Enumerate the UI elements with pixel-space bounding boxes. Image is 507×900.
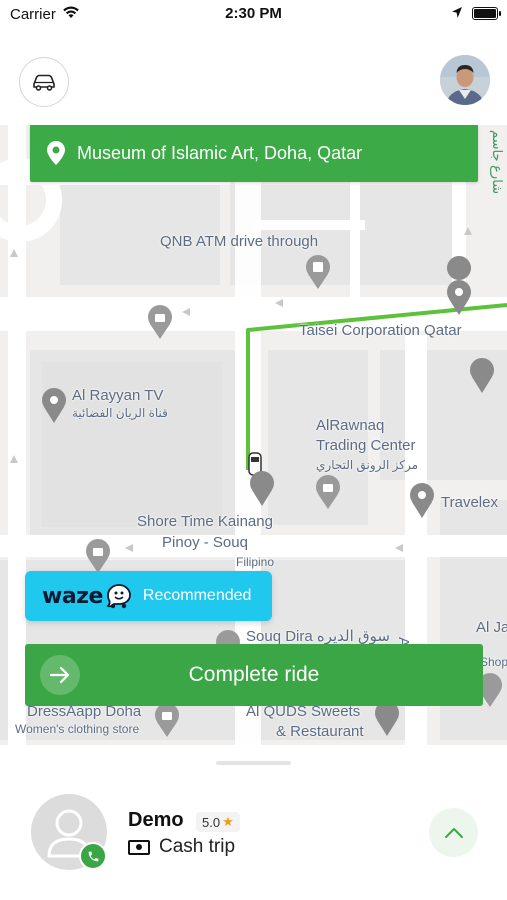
expand-sheet-button[interactable]: [429, 808, 478, 857]
star-icon: ★: [222, 814, 234, 829]
battery-icon: [472, 7, 501, 20]
map-label-rawnaq-2: Trading Center: [316, 437, 416, 454]
destination-bar[interactable]: Museum of Islamic Art, Doha, Qatar: [30, 124, 478, 182]
location-pin-icon: [45, 140, 67, 166]
complete-ride-button[interactable]: Complete ride: [25, 644, 483, 706]
map-label-filipino: Filipino: [236, 555, 275, 569]
status-bar: Carrier 2:30 PM: [0, 0, 507, 30]
waze-logo-text: waze: [42, 583, 103, 609]
rider-rating-value: 5.0: [202, 814, 221, 830]
rider-sheet: Demo 5.0 ★ Cash trip: [0, 745, 507, 900]
payment-row: Cash trip: [128, 836, 235, 858]
call-button[interactable]: [79, 842, 107, 870]
cash-icon: [128, 839, 150, 855]
map-label-rayyan-ar: قناة الريان الفضائية: [72, 406, 168, 420]
location-arrow-icon: [451, 6, 463, 24]
profile-avatar[interactable]: [440, 55, 490, 105]
map-label-quds-2: & Restaurant: [276, 723, 364, 740]
map-label-womens: Women's clothing store: [15, 722, 140, 736]
map-label-al-ja: Al Ja: [476, 619, 507, 636]
waze-recommended-label: Recommended: [142, 587, 252, 604]
destination-address: Museum of Islamic Art, Doha, Qatar: [77, 142, 363, 163]
top-header: [0, 30, 507, 125]
map-label-shop: Shop: [480, 655, 507, 669]
complete-ride-label: Complete ride: [188, 663, 320, 686]
phone-icon: [88, 851, 98, 861]
map-label-qnb: QNB ATM drive through: [160, 233, 319, 250]
status-time: 2:30 PM: [225, 5, 282, 22]
car-button[interactable]: [19, 57, 69, 107]
svg-text:شارع جاسم: شارع جاسم: [489, 130, 505, 194]
chevron-up-icon: [444, 827, 463, 838]
map-label-rawnaq-ar: مركز الرونق التجاري: [316, 458, 419, 472]
rider-name: Demo: [128, 809, 184, 831]
waze-button[interactable]: waze Recommended: [25, 571, 272, 621]
payment-method: Cash trip: [159, 836, 236, 857]
map-label-rawnaq-1: AlRawnaq: [316, 417, 385, 434]
map-label-shore-2: Pinoy - Souq: [162, 534, 248, 551]
map-label-travelex: Travelex: [441, 494, 498, 511]
map-label-rayyan: Al Rayyan TV: [72, 387, 164, 404]
car-icon: [33, 74, 55, 91]
map-label-shore-1: Shore Time Kainang: [137, 513, 273, 530]
waze-icon: [106, 584, 131, 609]
map-label-taisei: Taisei Corporation Qatar: [299, 322, 462, 339]
rider-rating-badge: 5.0 ★: [196, 812, 240, 832]
sheet-drag-handle[interactable]: [216, 761, 291, 765]
